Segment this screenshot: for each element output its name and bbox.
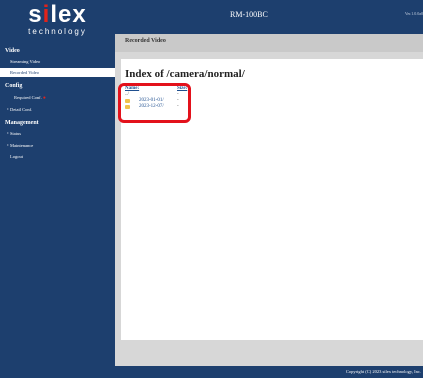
nav-streaming-label: Streaming Video	[10, 59, 41, 64]
logo-i: i	[42, 1, 51, 28]
nav-maintenance[interactable]: › Maintenance	[0, 141, 115, 150]
index-title: Index of /camera/normal/	[125, 68, 245, 80]
nav-status[interactable]: › Status	[0, 129, 115, 138]
required-alert-icon: ●	[42, 96, 46, 101]
nav-recorded-label: Recorded Video	[10, 70, 40, 75]
nav-section-management: Management	[5, 120, 39, 126]
annotation-highlight-box	[118, 83, 191, 123]
firmware-version: Ver.1.0.0a0	[404, 11, 423, 16]
nav-status-label: Status	[10, 131, 22, 136]
nav-detail-label: Detail Conf.	[10, 107, 33, 112]
nav-logout[interactable]: Logout	[0, 152, 115, 161]
app-window: RM-100BC Ver.1.0.0a0 silex technology Vi…	[0, 0, 423, 378]
nav-logout-label: Logout	[10, 154, 23, 159]
chevron-right-icon: ›	[7, 131, 9, 136]
sidebar-nav: Video Streaming Video Recorded Video Con…	[0, 44, 115, 378]
nav-required-conf[interactable]: Required Conf. ●	[0, 93, 115, 102]
logo-subtitle: technology	[28, 27, 87, 36]
nav-recorded-video[interactable]: Recorded Video	[0, 68, 115, 77]
copyright-text: Copyright (C) 2023 silex technology, Inc…	[345, 369, 421, 374]
nav-streaming-video[interactable]: Streaming Video	[0, 57, 115, 66]
nav-section-config: Config	[5, 83, 23, 89]
page-header: Recorded Video	[115, 34, 423, 52]
logo-wordmark: silex	[28, 1, 87, 28]
nav-section-video: Video	[5, 48, 20, 54]
footer-bar: Copyright (C) 2023 silex technology, Inc…	[115, 366, 423, 378]
nav-required-label: Required Conf.	[14, 95, 42, 100]
chevron-right-icon: ›	[7, 107, 9, 112]
nav-detail-conf[interactable]: › Detail Conf.	[0, 105, 115, 114]
nav-maintenance-label: Maintenance	[10, 143, 34, 148]
silex-logo[interactable]: silex technology	[0, 0, 115, 44]
device-name: RM-100BC	[230, 10, 268, 19]
page-title: Recorded Video	[125, 38, 166, 44]
chevron-right-icon: ›	[7, 143, 9, 148]
